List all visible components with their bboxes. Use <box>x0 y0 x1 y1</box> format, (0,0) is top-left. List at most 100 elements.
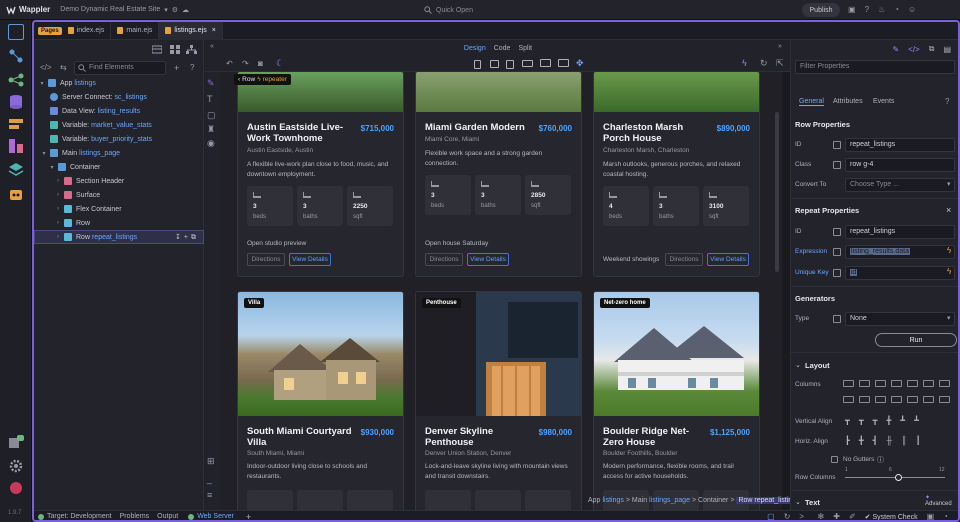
info-icon[interactable] <box>833 161 841 169</box>
find-elements-input[interactable]: Find Elements <box>74 61 166 75</box>
tab-attributes[interactable]: Attributes <box>833 98 863 105</box>
directions-button[interactable]: Directions <box>665 253 703 266</box>
columns-5-icon[interactable] <box>907 380 918 387</box>
class-input[interactable]: row g-4 <box>845 158 955 172</box>
chevron-down-icon[interactable]: ⌄ <box>795 361 801 369</box>
quick-open[interactable]: Quick Open <box>424 4 514 16</box>
tablet-portrait-icon[interactable] <box>506 60 514 69</box>
chevron-down-icon[interactable]: ▾ <box>48 164 56 171</box>
listing-card[interactable]: Miami Garden Modern $760,000 Miami Core,… <box>415 72 582 277</box>
gear-icon[interactable]: ⚙ <box>172 6 178 14</box>
columns-11-icon[interactable] <box>891 396 902 403</box>
code-icon[interactable]: </> <box>40 63 52 72</box>
text-tool-icon[interactable]: T <box>207 94 213 104</box>
filter-properties-input[interactable]: Filter Properties <box>795 60 955 74</box>
unique-key-input[interactable]: id <box>845 266 955 280</box>
apps-icon[interactable]: ⊞ <box>207 456 215 467</box>
tab-main[interactable]: main.ejs <box>111 22 160 40</box>
select-icon[interactable]: ✎ <box>207 78 215 89</box>
tree-item-row[interactable]: › Row <box>34 216 204 230</box>
lightning-icon[interactable]: ϟ <box>947 246 951 255</box>
columns-3-icon[interactable] <box>875 380 886 387</box>
type-select[interactable]: None <box>845 312 955 326</box>
repeat-id-input[interactable]: repeat_listings <box>845 225 955 239</box>
robot-icon[interactable] <box>8 186 24 202</box>
refresh-icon[interactable]: ↻ <box>784 512 791 520</box>
eye-icon[interactable]: ◉ <box>207 138 215 149</box>
list-icon[interactable]: ≡ <box>207 490 212 500</box>
tree-item-server-connect[interactable]: Server Connect: sc_listings <box>34 90 204 104</box>
laptop-icon[interactable] <box>522 60 533 67</box>
tree-item-data-view[interactable]: Data View: listing_results <box>34 104 204 118</box>
chevron-right-icon[interactable]: › <box>54 206 62 212</box>
box-tool-icon[interactable]: ▢ <box>207 110 216 121</box>
tab-listings[interactable]: listings.ejs × <box>159 22 223 40</box>
tablet-icon[interactable] <box>490 60 499 68</box>
listing-image[interactable] <box>416 292 581 416</box>
chevron-right-icon[interactable]: › <box>54 234 62 240</box>
tab-general[interactable]: General <box>799 98 824 106</box>
info-icon[interactable] <box>833 228 841 236</box>
flame-icon[interactable]: ♨ <box>878 5 885 14</box>
layout-icon[interactable]: ▣ <box>848 5 856 14</box>
crumb-app[interactable]: App <box>588 497 600 504</box>
listing-card[interactable]: Penthouse Denver Skyline Penthouse $980,… <box>415 291 582 512</box>
save-icon[interactable]: ▤ <box>943 45 951 54</box>
tree-item-surface[interactable]: › Surface <box>34 188 204 202</box>
info-icon[interactable] <box>833 269 841 277</box>
assets-icon[interactable] <box>8 138 24 154</box>
undo-icon[interactable]: ↶ <box>226 59 233 68</box>
listing-image[interactable] <box>594 292 759 416</box>
columns-12-icon[interactable] <box>907 396 918 403</box>
bug-icon[interactable]: ✻ <box>818 512 825 520</box>
info-icon[interactable] <box>833 141 841 149</box>
publish-button[interactable]: Publish <box>802 3 840 17</box>
columns-10-icon[interactable] <box>875 396 886 403</box>
tab-index[interactable]: index.ejs <box>62 22 112 40</box>
id-input[interactable]: repeat_listings <box>845 138 955 152</box>
web-server-tab[interactable]: Web Server <box>197 513 234 520</box>
notifications-icon[interactable] <box>8 480 24 496</box>
chevron-right-icon[interactable]: › <box>54 192 62 198</box>
directions-button[interactable]: Directions <box>247 253 285 266</box>
wide-desktop-icon[interactable] <box>558 59 569 67</box>
info-icon[interactable] <box>833 315 841 323</box>
view-details-button[interactable]: View Details <box>467 253 509 266</box>
database-icon[interactable] <box>152 45 162 54</box>
tree-item-variable-market[interactable]: Variable: market_value_stats <box>34 118 204 132</box>
scrollbar-thumb[interactable] <box>775 112 779 272</box>
pages-badge[interactable]: Pages <box>38 26 62 35</box>
no-gutters-checkbox[interactable] <box>831 456 838 463</box>
tree-item-main[interactable]: ▾ Main listings_page <box>34 146 204 160</box>
crumb-app-id[interactable]: listings <box>602 497 623 504</box>
user-icon[interactable]: ☺ <box>908 5 916 14</box>
close-icon[interactable]: × <box>212 27 216 34</box>
tree-item-row-repeat[interactable]: › Row repeat_listings ↧+⧉ <box>34 230 204 244</box>
extensions-icon[interactable] <box>8 434 24 450</box>
crumb-container[interactable]: Container <box>698 497 728 504</box>
external-icon[interactable]: ⇱ <box>776 58 784 69</box>
add-icon[interactable]: + <box>246 512 251 521</box>
expression-input[interactable]: listing_results.data <box>845 245 955 259</box>
chevron-down-icon[interactable]: ⌄ <box>795 498 801 506</box>
redo-icon[interactable]: ↷ <box>242 59 249 68</box>
mode-split[interactable]: Split <box>518 45 532 52</box>
crumb-main[interactable]: Main <box>632 497 647 504</box>
paint-icon[interactable]: ♜ <box>207 124 215 135</box>
terminal-icon[interactable]: >_ <box>799 512 808 520</box>
desktop-icon[interactable] <box>540 59 551 67</box>
refresh-icon[interactable]: ↻ <box>760 58 768 69</box>
close-icon[interactable]: × <box>946 205 951 215</box>
help-icon[interactable]: ? <box>865 5 869 14</box>
chevron-right-icon[interactable]: › <box>54 178 62 184</box>
view-details-button[interactable]: View Details <box>289 253 331 266</box>
chevron-down-icon[interactable]: ▾ <box>40 150 48 157</box>
window-icon[interactable]: ▢ <box>767 512 775 520</box>
problems-tab[interactable]: Problems <box>120 513 150 520</box>
camera-icon[interactable]: ◙ <box>258 59 263 68</box>
advanced-toggle[interactable]: ✦ Advanced <box>925 494 958 507</box>
help-icon[interactable]: ? <box>945 97 949 106</box>
help-icon[interactable]: ? <box>190 63 194 72</box>
row-action-icons[interactable]: ↧+⧉ <box>175 233 199 242</box>
listing-image[interactable] <box>594 72 759 112</box>
